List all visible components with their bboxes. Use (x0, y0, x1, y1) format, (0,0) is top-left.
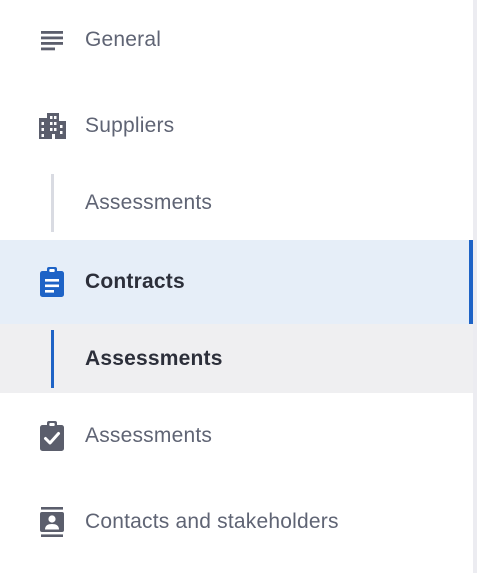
subitem-indent-rule (51, 330, 54, 388)
sidebar-item-label: General (85, 28, 162, 51)
sidebar-item-assessments[interactable]: Assessments (0, 396, 473, 476)
sidebar-item-label: Contracts (85, 270, 185, 293)
contact-card-icon (36, 506, 68, 538)
sidebar-subitem-suppliers-assessments[interactable]: Assessments (0, 166, 473, 240)
sidebar-subitem-label: Assessments (85, 191, 213, 214)
sidebar-item-contracts[interactable]: Contracts (0, 240, 473, 324)
lines-icon (36, 24, 68, 56)
active-indicator (469, 240, 473, 324)
sidebar-item-label: Assessments (85, 424, 213, 447)
sidebar-divider (473, 0, 477, 573)
sidebar-subitem-label: Assessments (85, 346, 223, 370)
sidebar-item-label: Suppliers (85, 114, 175, 137)
sidebar-nav: General Suppliers Assessments Contracts … (0, 0, 477, 573)
subitem-indent-rule (51, 174, 54, 232)
sidebar-item-suppliers[interactable]: Suppliers (0, 86, 473, 166)
sidebar-item-contacts[interactable]: Contacts and stakeholders (0, 482, 473, 562)
building-icon (36, 110, 68, 142)
sidebar-item-general[interactable]: General (0, 0, 473, 80)
clipboard-icon (36, 266, 68, 298)
sidebar-subitem-contracts-assessments[interactable]: Assessments (0, 324, 473, 393)
clipboard-check-icon (36, 420, 68, 452)
sidebar-item-label: Contacts and stakeholders (85, 510, 339, 533)
